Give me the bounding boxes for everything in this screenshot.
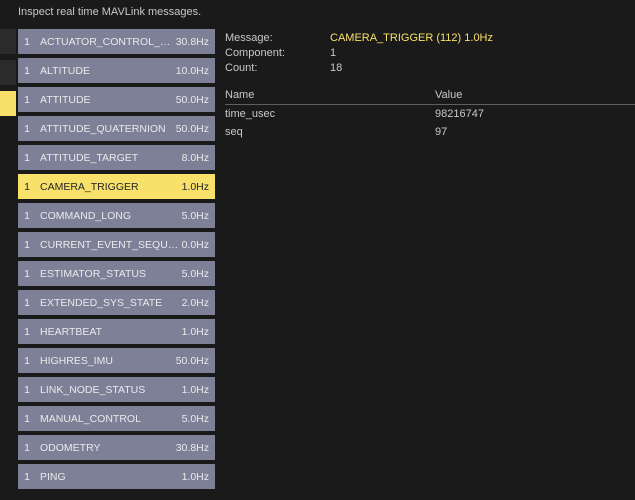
- message-name: ACTUATOR_CONTROL_TARGET: [36, 36, 176, 48]
- meta-component-value: 1: [330, 47, 635, 59]
- field-name: time_usec: [225, 108, 435, 120]
- message-hz: 5.0Hz: [182, 210, 209, 222]
- message-row[interactable]: 1CURRENT_EVENT_SEQUENCE0.0Hz: [18, 232, 215, 257]
- message-row[interactable]: 1PING1.0Hz: [18, 464, 215, 489]
- message-component: 1: [18, 384, 36, 396]
- message-hz: 50.0Hz: [176, 123, 209, 135]
- message-name: EXTENDED_SYS_STATE: [36, 297, 182, 309]
- message-component: 1: [18, 210, 36, 222]
- field-value: 98216747: [435, 108, 635, 120]
- message-hz: 50.0Hz: [176, 355, 209, 367]
- message-component: 1: [18, 471, 36, 483]
- message-hz: 1.0Hz: [182, 384, 209, 396]
- message-row[interactable]: 1ACTUATOR_CONTROL_TARGET30.8Hz: [18, 29, 215, 54]
- message-hz: 30.8Hz: [176, 442, 209, 454]
- message-name: PING: [36, 471, 182, 483]
- message-row[interactable]: 1ODOMETRY30.8Hz: [18, 435, 215, 460]
- field-row: seq97: [225, 123, 635, 141]
- message-name: ODOMETRY: [36, 442, 176, 454]
- message-component: 1: [18, 413, 36, 425]
- message-component: 1: [18, 94, 36, 106]
- meta-count-label: Count:: [225, 62, 330, 74]
- message-hz: 10.0Hz: [176, 65, 209, 77]
- message-row[interactable]: 1CAMERA_TRIGGER1.0Hz: [18, 174, 215, 199]
- gutter-bar[interactable]: [0, 91, 16, 116]
- message-component: 1: [18, 239, 36, 251]
- message-hz: 5.0Hz: [182, 268, 209, 280]
- message-hz: 50.0Hz: [176, 94, 209, 106]
- message-component: 1: [18, 123, 36, 135]
- meta-count-value: 18: [330, 62, 635, 74]
- meta-message-value: CAMERA_TRIGGER (112) 1.0Hz: [330, 32, 635, 44]
- message-component: 1: [18, 181, 36, 193]
- meta-message-label: Message:: [225, 32, 330, 44]
- message-row[interactable]: 1ALTITUDE10.0Hz: [18, 58, 215, 83]
- message-hz: 8.0Hz: [182, 152, 209, 164]
- col-name-header: Name: [225, 89, 435, 101]
- message-hz: 1.0Hz: [182, 181, 209, 193]
- left-gutter: [0, 24, 16, 500]
- message-hz: 1.0Hz: [182, 471, 209, 483]
- message-name: COMMAND_LONG: [36, 210, 182, 222]
- message-component: 1: [18, 152, 36, 164]
- meta-component-label: Component:: [225, 47, 330, 59]
- message-row[interactable]: 1MANUAL_CONTROL5.0Hz: [18, 406, 215, 431]
- message-row[interactable]: 1ATTITUDE50.0Hz: [18, 87, 215, 112]
- message-hz: 2.0Hz: [182, 297, 209, 309]
- message-hz: 5.0Hz: [182, 413, 209, 425]
- col-value-header: Value: [435, 89, 635, 101]
- message-component: 1: [18, 355, 36, 367]
- message-component: 1: [18, 326, 36, 338]
- gutter-bar[interactable]: [0, 29, 16, 54]
- message-name: CURRENT_EVENT_SEQUENCE: [36, 239, 182, 251]
- message-component: 1: [18, 268, 36, 280]
- message-hz: 0.0Hz: [182, 239, 209, 251]
- field-row: time_usec98216747: [225, 105, 635, 123]
- message-row[interactable]: 1ATTITUDE_TARGET8.0Hz: [18, 145, 215, 170]
- message-hz: 1.0Hz: [182, 326, 209, 338]
- message-name: MANUAL_CONTROL: [36, 413, 182, 425]
- page-title: Inspect real time MAVLink messages.: [0, 0, 635, 24]
- message-row[interactable]: 1LINK_NODE_STATUS1.0Hz: [18, 377, 215, 402]
- message-row[interactable]: 1EXTENDED_SYS_STATE2.0Hz: [18, 290, 215, 315]
- message-name: ALTITUDE: [36, 65, 176, 77]
- message-component: 1: [18, 36, 36, 48]
- message-list: 1ACTUATOR_CONTROL_TARGET30.8Hz1ALTITUDE1…: [16, 24, 215, 500]
- field-value: 97: [435, 126, 635, 138]
- message-row[interactable]: 1ESTIMATOR_STATUS5.0Hz: [18, 261, 215, 286]
- message-row[interactable]: 1ATTITUDE_QUATERNION50.0Hz: [18, 116, 215, 141]
- fields-header: Name Value: [225, 86, 635, 105]
- message-component: 1: [18, 65, 36, 77]
- message-row[interactable]: 1COMMAND_LONG5.0Hz: [18, 203, 215, 228]
- message-row[interactable]: 1HEARTBEAT1.0Hz: [18, 319, 215, 344]
- field-name: seq: [225, 126, 435, 138]
- message-name: ATTITUDE_QUATERNION: [36, 123, 176, 135]
- message-component: 1: [18, 297, 36, 309]
- detail-pane: Message: CAMERA_TRIGGER (112) 1.0Hz Comp…: [215, 24, 635, 500]
- message-name: ESTIMATOR_STATUS: [36, 268, 182, 280]
- message-name: LINK_NODE_STATUS: [36, 384, 182, 396]
- message-row[interactable]: 1HIGHRES_IMU50.0Hz: [18, 348, 215, 373]
- message-name: ATTITUDE_TARGET: [36, 152, 182, 164]
- message-name: CAMERA_TRIGGER: [36, 181, 182, 193]
- message-hz: 30.8Hz: [176, 36, 209, 48]
- message-component: 1: [18, 442, 36, 454]
- gutter-bar[interactable]: [0, 60, 16, 85]
- message-name: HIGHRES_IMU: [36, 355, 176, 367]
- message-name: ATTITUDE: [36, 94, 176, 106]
- message-name: HEARTBEAT: [36, 326, 182, 338]
